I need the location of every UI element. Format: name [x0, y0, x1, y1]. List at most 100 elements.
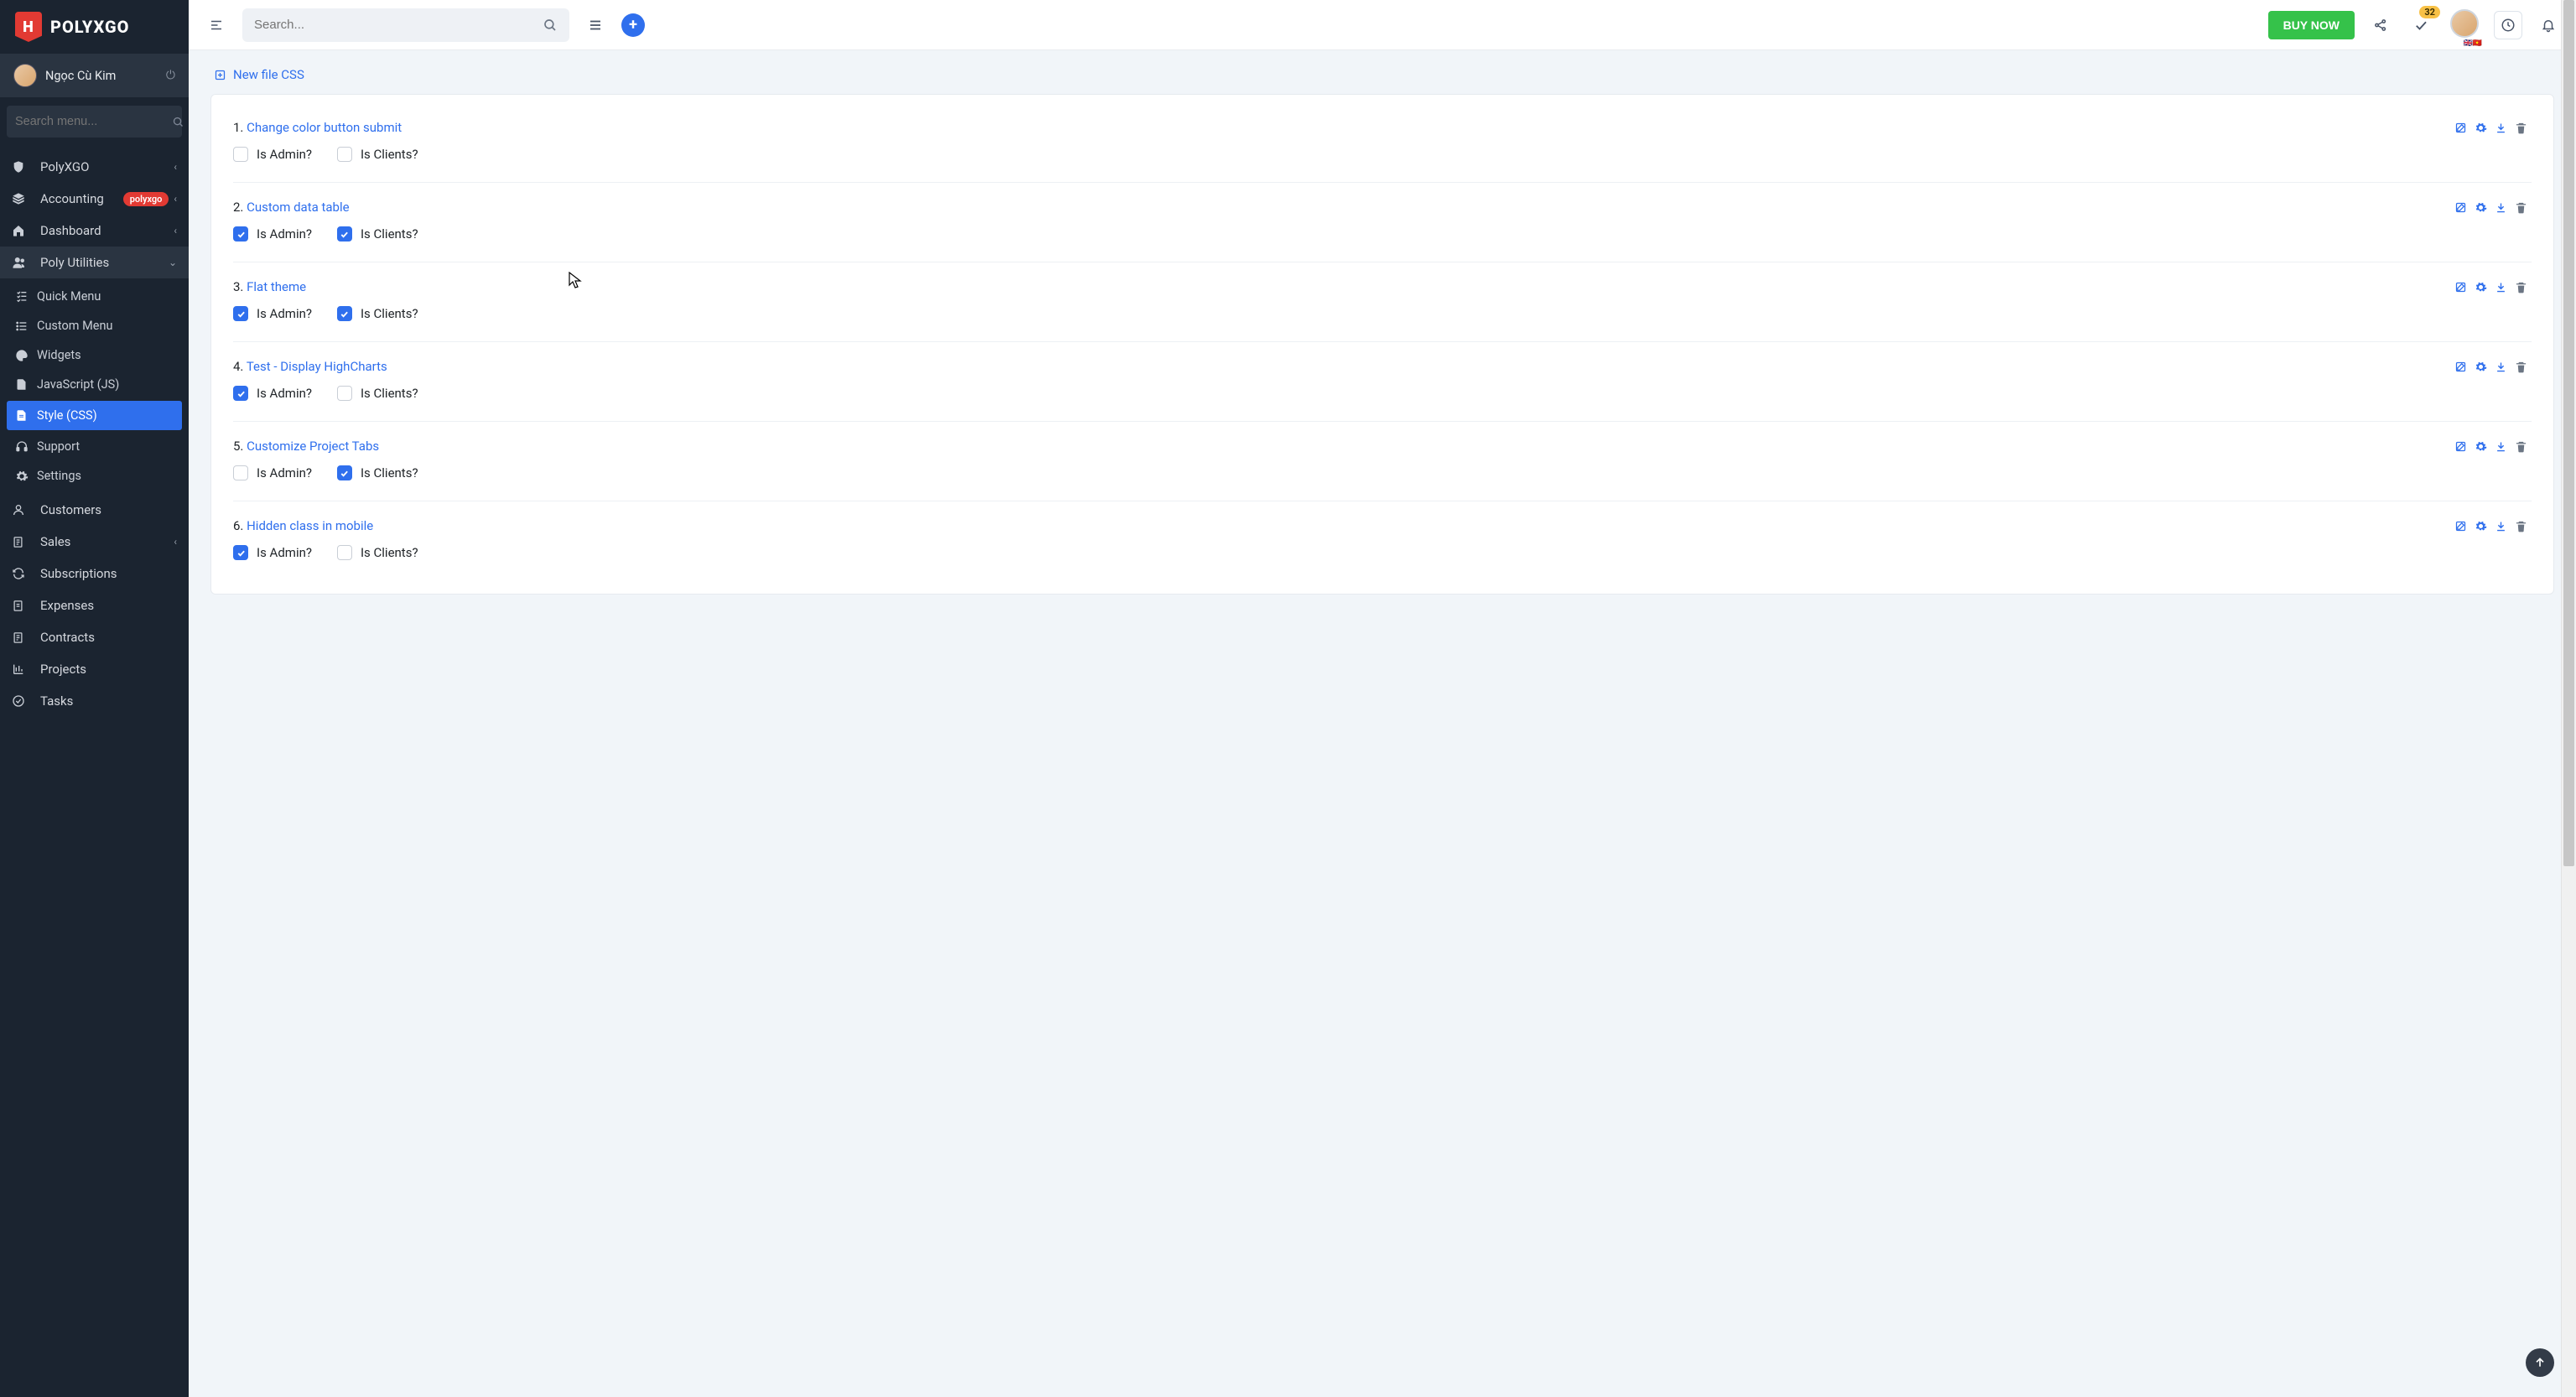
scrollbar-thumb[interactable] [2563, 0, 2574, 866]
checkbox-icon [337, 226, 352, 241]
menu-toggle-icon[interactable] [202, 11, 231, 39]
row-actions [2454, 361, 2532, 373]
download-icon[interactable] [2495, 122, 2511, 134]
add-button[interactable]: + [621, 13, 645, 37]
row-title-link[interactable]: Custom data table [247, 200, 349, 215]
menu-search-input[interactable] [15, 115, 172, 128]
row-number: 5. [233, 439, 247, 454]
download-icon[interactable] [2495, 201, 2511, 214]
subnav: Quick Menu Custom Menu Widgets JavaScrip… [0, 278, 189, 494]
check-is-clients[interactable]: Is Clients? [337, 386, 418, 401]
sidebar-item-poly-utilities[interactable]: Poly Utilities ⌄ [0, 247, 189, 278]
row-title-link[interactable]: Test - Display HighCharts [247, 359, 387, 374]
clock-icon[interactable] [2494, 11, 2522, 39]
download-icon[interactable] [2495, 520, 2511, 532]
check-is-clients[interactable]: Is Clients? [337, 465, 418, 480]
subitem-custom-menu[interactable]: Custom Menu [0, 311, 189, 340]
trash-icon[interactable] [2515, 520, 2532, 532]
edit-icon[interactable] [2454, 361, 2471, 373]
chevron-left-icon: ‹ [174, 536, 177, 548]
sidebar-item-contracts[interactable]: Contracts [0, 621, 189, 653]
sidebar-item-tasks[interactable]: Tasks [0, 685, 189, 717]
subitem-settings[interactable]: Settings [0, 461, 189, 491]
row-title-link[interactable]: Change color button submit [247, 120, 402, 135]
gear-icon[interactable] [2475, 201, 2491, 214]
menu-search[interactable] [7, 106, 182, 138]
sidebar-item-accounting[interactable]: Accounting polyxgo ‹ [0, 183, 189, 215]
check-label: Is Admin? [257, 465, 312, 480]
subitem-widgets[interactable]: Widgets [0, 340, 189, 370]
check-is-clients[interactable]: Is Clients? [337, 147, 418, 162]
sidebar-item-projects[interactable]: Projects [0, 653, 189, 685]
buy-now-button[interactable]: BUY NOW [2268, 11, 2355, 39]
check-label: Is Admin? [257, 545, 312, 560]
trash-icon[interactable] [2515, 201, 2532, 214]
list-menu-icon[interactable] [581, 11, 610, 39]
download-icon[interactable] [2495, 281, 2511, 293]
trash-icon[interactable] [2515, 122, 2532, 134]
brand[interactable]: H POLYXGO [0, 0, 189, 54]
subitem-support[interactable]: Support [0, 432, 189, 461]
edit-icon[interactable] [2454, 122, 2471, 134]
subitem-style-css[interactable]: Style (CSS) [7, 401, 182, 430]
bell-icon[interactable] [2534, 11, 2563, 39]
scrollbar[interactable] [2561, 0, 2576, 1397]
new-file-button[interactable]: New file CSS [210, 67, 304, 82]
row-actions [2454, 520, 2532, 532]
row-number: 4. [233, 359, 247, 374]
global-search[interactable] [242, 8, 569, 42]
gear-icon[interactable] [2475, 440, 2491, 453]
gear-icon[interactable] [2475, 361, 2491, 373]
sidebar-item-polyxgo[interactable]: PolyXGO ‹ [0, 151, 189, 183]
search-input[interactable] [254, 18, 543, 32]
check-is-clients[interactable]: Is Clients? [337, 226, 418, 241]
trash-icon[interactable] [2515, 281, 2532, 293]
subitem-quick-menu[interactable]: Quick Menu [0, 282, 189, 311]
check-is-admin[interactable]: Is Admin? [233, 465, 312, 480]
gear-icon [15, 470, 32, 483]
download-icon[interactable] [2495, 361, 2511, 373]
trash-icon[interactable] [2515, 361, 2532, 373]
check-is-clients[interactable]: Is Clients? [337, 545, 418, 560]
check-is-admin[interactable]: Is Admin? [233, 386, 312, 401]
sidebar-item-label: PolyXGO [40, 159, 174, 174]
check-badge-icon[interactable]: 32 [2407, 11, 2435, 39]
row-title-link[interactable]: Flat theme [247, 279, 306, 294]
checkbox-icon [337, 386, 352, 401]
gear-icon[interactable] [2475, 281, 2491, 293]
share-icon[interactable] [2366, 11, 2395, 39]
search-icon[interactable] [543, 18, 558, 33]
gear-icon[interactable] [2475, 520, 2491, 532]
row-actions [2454, 201, 2532, 214]
file-lines-icon [12, 600, 30, 612]
sidebar-item-customers[interactable]: Customers [0, 494, 189, 526]
check-is-admin[interactable]: Is Admin? [233, 226, 312, 241]
sidebar-item-expenses[interactable]: Expenses [0, 589, 189, 621]
check-is-admin[interactable]: Is Admin? [233, 147, 312, 162]
trash-icon[interactable] [2515, 440, 2532, 453]
layers-icon [12, 192, 30, 205]
sidebar-item-dashboard[interactable]: Dashboard ‹ [0, 215, 189, 247]
edit-icon[interactable] [2454, 201, 2471, 214]
check-label: Is Admin? [257, 226, 312, 241]
edit-icon[interactable] [2454, 281, 2471, 293]
subitem-javascript[interactable]: JavaScript (JS) [0, 370, 189, 399]
sidebar-user[interactable]: Ngọc Cù Kim ⏻ [0, 54, 189, 97]
edit-icon[interactable] [2454, 520, 2471, 532]
scroll-top-button[interactable] [2526, 1348, 2554, 1377]
check-is-admin[interactable]: Is Admin? [233, 545, 312, 560]
row-title-link[interactable]: Customize Project Tabs [247, 439, 379, 454]
gear-icon[interactable] [2475, 122, 2491, 134]
power-icon[interactable]: ⏻ [166, 69, 175, 82]
check-is-clients[interactable]: Is Clients? [337, 306, 418, 321]
row-title-link[interactable]: Hidden class in mobile [247, 518, 373, 533]
sidebar-item-sales[interactable]: Sales ‹ [0, 526, 189, 558]
sidebar-item-label: Tasks [40, 693, 177, 709]
edit-icon[interactable] [2454, 440, 2471, 453]
download-icon[interactable] [2495, 440, 2511, 453]
check-is-admin[interactable]: Is Admin? [233, 306, 312, 321]
sidebar-item-subscriptions[interactable]: Subscriptions [0, 558, 189, 589]
avatar-wrapper[interactable]: 🇬🇧🇻🇳 [2450, 9, 2479, 41]
sidebar-item-label: Subscriptions [40, 566, 177, 581]
row-actions [2454, 440, 2532, 453]
